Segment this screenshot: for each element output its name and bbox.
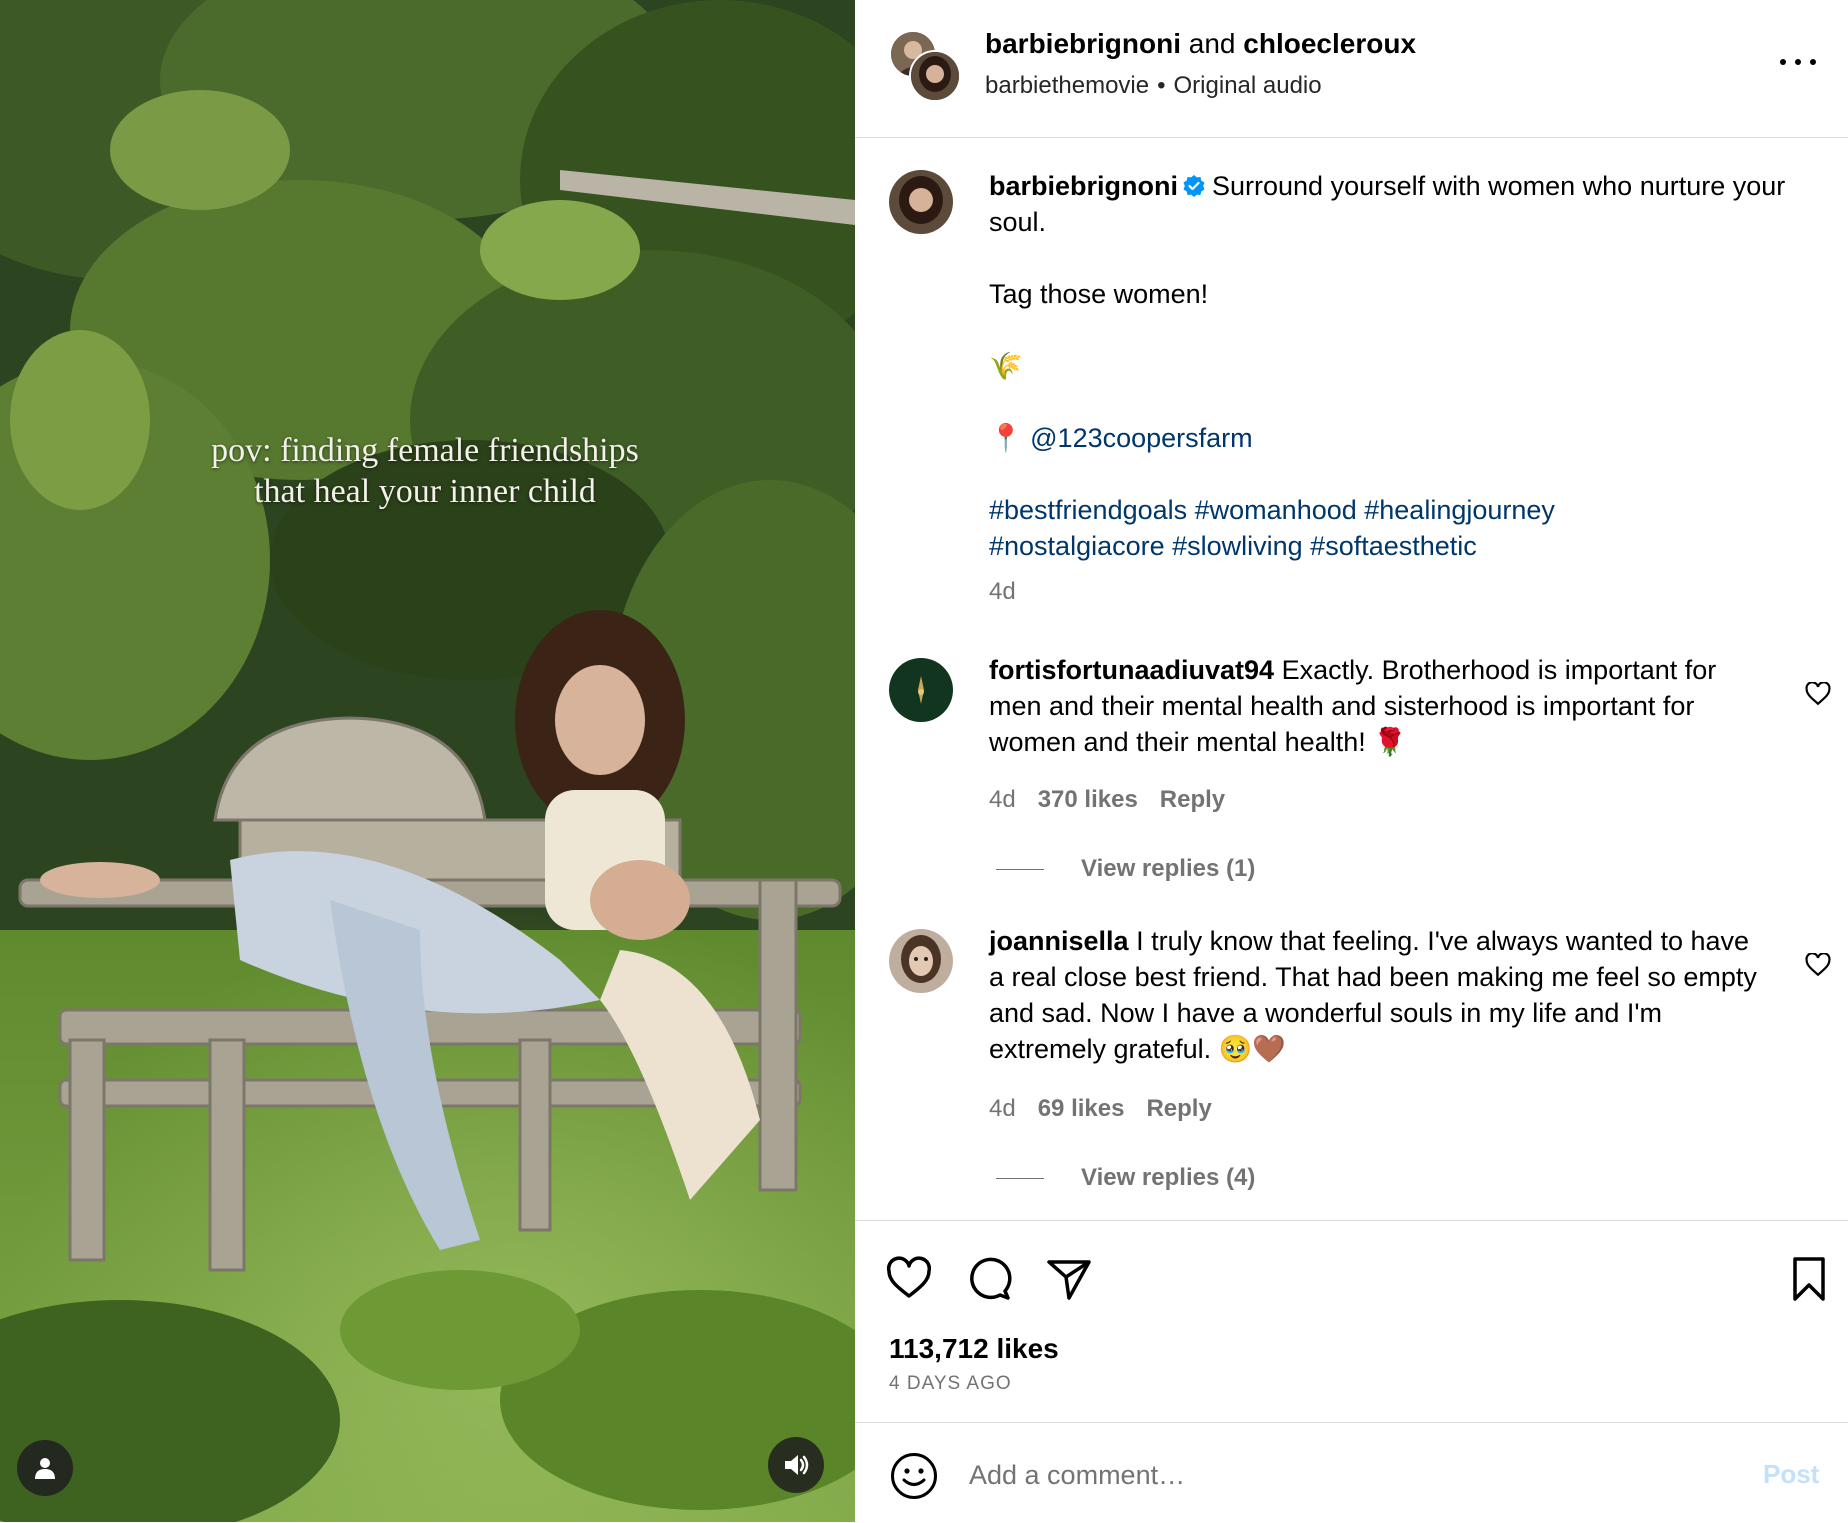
share-icon[interactable] [1045,1255,1093,1303]
mention-link[interactable]: @123coopersfarm [1030,423,1253,453]
video-overlay-text: pov: finding female friendships that hea… [120,430,730,512]
account-link[interactable]: barbiethemovie [985,72,1149,99]
avatar-user2[interactable] [909,50,961,102]
verified-icon [1183,175,1205,197]
more-icon [1810,59,1816,65]
comment-time[interactable]: 4d [989,786,1016,813]
replies-divider [996,869,1044,871]
collab-avatars[interactable] [889,30,961,102]
comment-username[interactable]: fortisfortunaadiuvat94 [989,655,1274,685]
bookmark-icon[interactable] [1785,1255,1833,1303]
reply-button[interactable]: Reply [1160,786,1225,813]
reply-button[interactable]: Reply [1146,1095,1211,1122]
username-link[interactable]: barbiebrignoni [985,28,1181,59]
more-icon [1795,59,1801,65]
caption-timestamp[interactable]: 4d [989,574,1799,610]
post-caption: barbiebrignoni Surround yourself with wom… [989,168,1799,610]
username-link[interactable]: chloecleroux [1243,28,1416,59]
comment-likes[interactable]: 69 likes [1038,1095,1125,1122]
tagged-users-button[interactable] [17,1440,73,1496]
and-text: and [1188,28,1236,59]
emoji-icon[interactable] [889,1451,939,1501]
audio-toggle-button[interactable] [768,1437,824,1493]
collab-usernames: barbiebrignoni and chloecleroux [985,28,1416,60]
heart-icon[interactable] [1805,682,1831,706]
garden-scene-image [0,0,855,1522]
audio-icon [785,1455,809,1475]
separator-dot: • [1157,72,1166,99]
view-replies-button[interactable]: View replies (4) [996,1164,1255,1192]
caption-username[interactable]: barbiebrignoni [989,171,1178,201]
replies-divider [996,1178,1044,1180]
comment-username[interactable]: joannisella [989,926,1129,956]
comment-body: joannisella I truly know that feeling. I… [989,923,1769,1067]
comment-input[interactable] [967,1451,1671,1499]
more-options-button[interactable] [1780,50,1816,74]
audio-link[interactable]: Original audio [1174,72,1322,99]
heart-icon[interactable] [1805,953,1831,977]
comments-section[interactable]: barbiebrignoni Surround yourself with wom… [855,138,1848,1220]
view-replies-label: View replies (4) [1081,1164,1256,1191]
view-replies-button[interactable]: View replies (1) [996,855,1255,883]
overlay-line-1: pov: finding female friendships [211,432,639,469]
pin-emoji: 📍 [989,423,1023,453]
comment-meta: 4d 69 likes Reply [989,1095,1234,1123]
caption-author-avatar[interactable] [889,170,953,234]
comment-meta: 4d 370 likes Reply [989,786,1247,814]
view-replies-label: View replies (1) [1081,855,1256,882]
commenter-avatar[interactable] [889,658,953,722]
post-side-panel: barbiebrignoni and chloecleroux barbieth… [855,0,1848,1522]
post-actions: 113,712 likes 4 DAYS AGO [855,1220,1848,1423]
heart-icon[interactable] [885,1255,933,1303]
comment-likes[interactable]: 370 likes [1038,786,1138,813]
caption-line: Tag those women! [989,279,1209,309]
post-media[interactable]: pov: finding female friendships that hea… [0,0,855,1522]
add-comment-bar: Post [855,1422,1848,1523]
more-icon [1780,59,1786,65]
hashtags-line-2[interactable]: #nostalgiacore #slowliving #softaestheti… [989,528,1799,564]
user-tag-icon [35,1458,55,1479]
post-comment-button[interactable]: Post [1763,1459,1819,1490]
likes-count[interactable]: 113,712 likes [889,1333,1059,1365]
overlay-line-2: that heal your inner child [254,473,596,510]
post-subtitle: barbiethemovie • Original audio [985,72,1322,100]
comment-time[interactable]: 4d [989,1095,1016,1122]
comment-body: fortisfortunaadiuvat94 Exactly. Brotherh… [989,652,1769,760]
comment-icon[interactable] [965,1255,1013,1303]
post-header: barbiebrignoni and chloecleroux barbieth… [855,0,1848,138]
caption-emoji: 🌾 [989,351,1023,381]
hashtags-line-1[interactable]: #bestfriendgoals #womanhood #healingjour… [989,492,1799,528]
post-date: 4 DAYS AGO [889,1373,1012,1394]
commenter-avatar[interactable] [889,929,953,993]
